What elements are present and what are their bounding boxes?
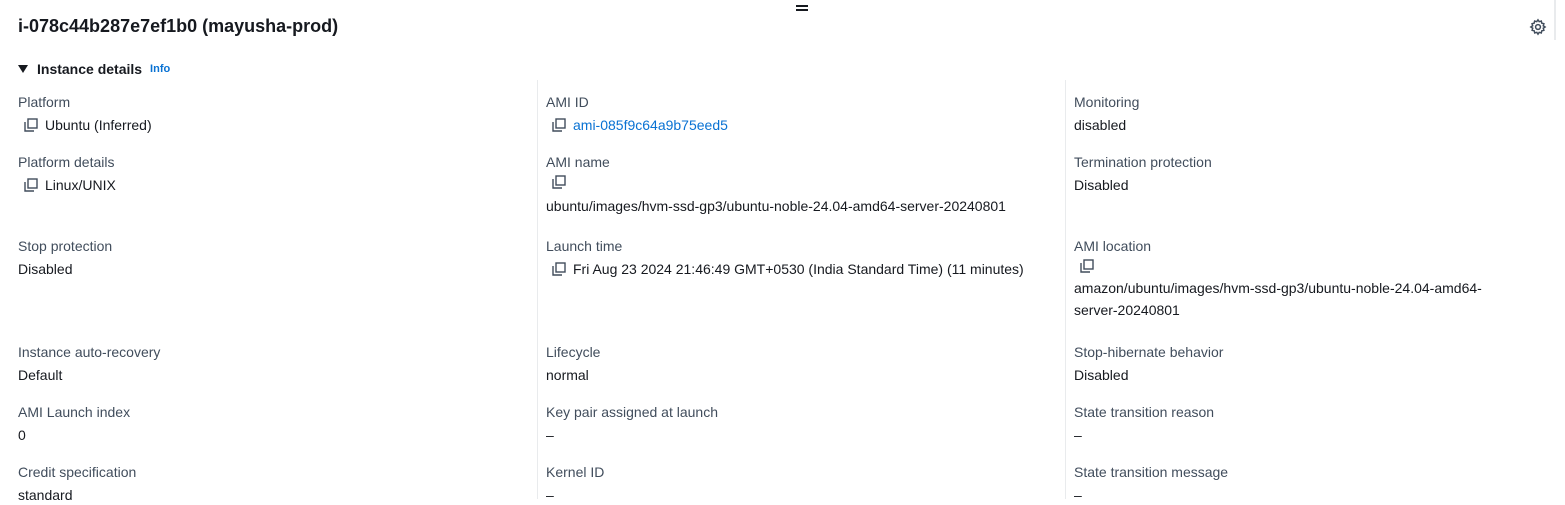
field-label: Credit specification xyxy=(18,464,137,480)
page-title: i-078c44b287e7ef1b0 (mayusha-prod) xyxy=(18,16,339,36)
field-value: Ubuntu (Inferred) xyxy=(45,117,152,133)
column-divider xyxy=(1065,80,1066,499)
ami-id-link[interactable]: ami-085f9c64a9b75eed5 xyxy=(573,115,728,135)
field-value: – xyxy=(1074,487,1082,503)
field-label: State transition reason xyxy=(1074,404,1215,420)
field-value-line: amazon/ubuntu/images/hvm-ssd-gp3/ubuntu-… xyxy=(1074,280,1482,296)
field-label: AMI Launch index xyxy=(18,404,131,420)
field-value: Fri Aug 23 2024 21:46:49 GMT+0530 (India… xyxy=(573,261,1024,277)
field-ami-name: AMI name ubuntu/images/hvm-ssd-gp3/ubunt… xyxy=(546,153,1006,217)
gear-icon[interactable] xyxy=(1529,18,1547,36)
field-platform-details: Platform details Linux/UNIX xyxy=(18,153,116,195)
section-title: Instance details xyxy=(37,61,143,77)
field-value: standard xyxy=(18,487,73,503)
field-state-transition-reason: State transition reason – xyxy=(1074,403,1214,445)
column-divider xyxy=(537,80,538,499)
field-value: – xyxy=(546,487,554,503)
field-lifecycle: Lifecycle normal xyxy=(546,343,600,385)
field-value: – xyxy=(546,427,554,443)
field-label: Platform xyxy=(18,94,71,110)
field-termination-protection: Termination protection Disabled xyxy=(1074,153,1212,195)
field-label: Termination protection xyxy=(1074,154,1212,170)
field-label: Kernel ID xyxy=(546,464,605,480)
field-value: Default xyxy=(18,367,63,383)
caret-down-icon xyxy=(18,65,28,73)
field-value: – xyxy=(1074,427,1082,443)
field-ami-location: AMI location amazon/ubuntu/images/hvm-ss… xyxy=(1074,237,1482,321)
field-label: Stop protection xyxy=(18,238,113,254)
instance-details-toggle[interactable]: Instance details Info xyxy=(18,61,170,77)
field-value: disabled xyxy=(1074,117,1127,133)
field-label: Key pair assigned at launch xyxy=(546,404,718,420)
field-value: Linux/UNIX xyxy=(45,177,116,193)
field-label: Monitoring xyxy=(1074,94,1140,110)
field-key-pair: Key pair assigned at launch – xyxy=(546,403,718,445)
field-launch-time: Launch time Fri Aug 23 2024 21:46:49 GMT… xyxy=(546,237,1024,279)
field-label: Launch time xyxy=(546,238,623,254)
field-ami-id: AMI ID ami-085f9c64a9b75eed5 xyxy=(546,93,728,135)
copy-icon[interactable] xyxy=(24,178,38,192)
field-value: normal xyxy=(546,367,589,383)
field-label: Lifecycle xyxy=(546,344,601,360)
field-stop-hibernate: Stop-hibernate behavior Disabled xyxy=(1074,343,1223,385)
field-label: AMI ID xyxy=(546,94,589,110)
info-link[interactable]: Info xyxy=(150,63,170,75)
field-value-line: server-20240801 xyxy=(1074,302,1180,318)
field-stop-protection: Stop protection Disabled xyxy=(18,237,112,279)
field-value: Disabled xyxy=(18,261,73,277)
field-platform: Platform Ubuntu (Inferred) xyxy=(18,93,152,135)
copy-icon[interactable] xyxy=(1080,259,1094,273)
field-label: AMI location xyxy=(1074,238,1152,254)
copy-icon[interactable] xyxy=(24,118,38,132)
field-monitoring: Monitoring disabled xyxy=(1074,93,1139,135)
field-value: Disabled xyxy=(1074,367,1129,383)
field-value: Disabled xyxy=(1074,177,1129,193)
field-value: 0 xyxy=(18,427,26,443)
field-label: State transition message xyxy=(1074,464,1229,480)
resize-handle-icon[interactable] xyxy=(796,5,808,11)
field-label: Stop-hibernate behavior xyxy=(1074,344,1224,360)
copy-icon[interactable] xyxy=(552,175,566,189)
field-label: Instance auto-recovery xyxy=(18,344,161,360)
field-label: Platform details xyxy=(18,154,115,170)
copy-icon[interactable] xyxy=(552,262,566,276)
field-ami-launch-index: AMI Launch index 0 xyxy=(18,403,130,445)
copy-icon[interactable] xyxy=(552,118,566,132)
field-auto-recovery: Instance auto-recovery Default xyxy=(18,343,160,385)
scrollbar[interactable] xyxy=(1554,0,1556,40)
field-value: ubuntu/images/hvm-ssd-gp3/ubuntu-noble-2… xyxy=(546,198,1006,214)
field-label: AMI name xyxy=(546,154,610,170)
